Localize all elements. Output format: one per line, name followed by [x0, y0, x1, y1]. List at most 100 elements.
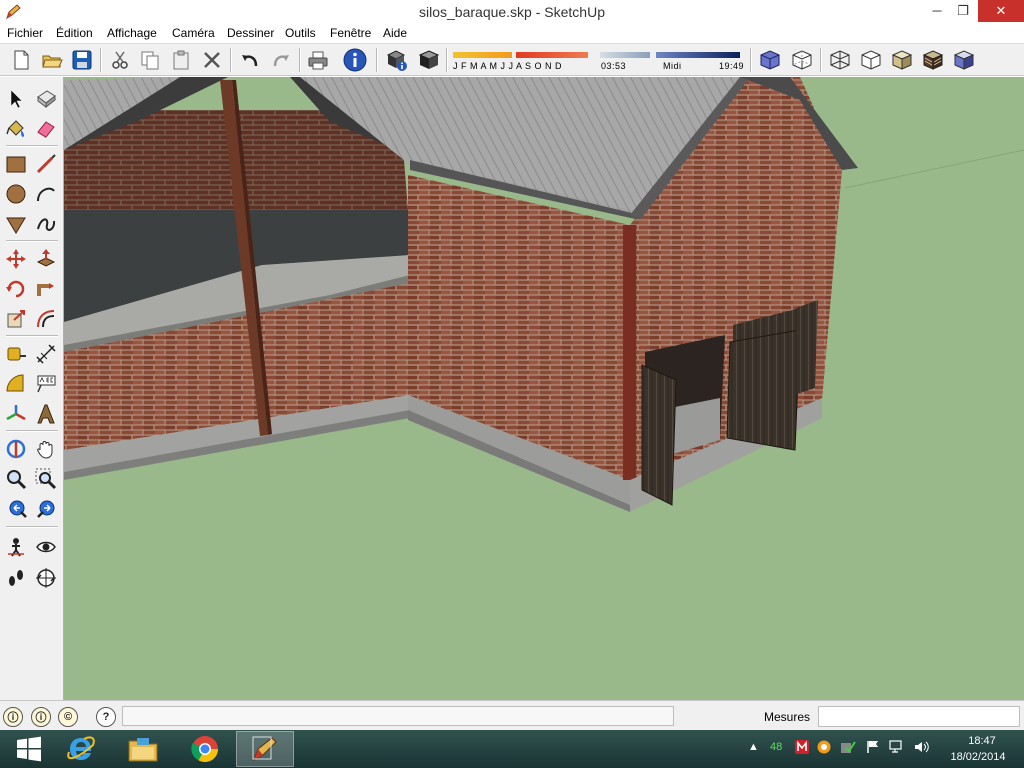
- print-icon[interactable]: [305, 47, 331, 73]
- next-view-icon[interactable]: [32, 495, 60, 523]
- follow-me-icon[interactable]: [32, 275, 60, 303]
- look-around-icon[interactable]: [32, 533, 60, 561]
- sketchup-icon[interactable]: [236, 731, 294, 767]
- save-icon[interactable]: [69, 47, 95, 73]
- shaded-textures-icon[interactable]: [920, 47, 946, 73]
- clock-time[interactable]: 18:47: [958, 735, 1006, 747]
- help-icon[interactable]: ?: [96, 707, 116, 727]
- shadow-time-start: 03:53: [601, 61, 627, 71]
- arc-icon[interactable]: [32, 180, 60, 208]
- restore-button[interactable]: ❐: [948, 0, 978, 22]
- copy-icon[interactable]: [137, 47, 163, 73]
- model-info-icon[interactable]: [342, 47, 368, 73]
- toolbar-separator: [750, 48, 752, 72]
- orbit-icon[interactable]: [2, 435, 30, 463]
- shadow-time-slider-2[interactable]: [656, 52, 740, 58]
- tape-measure-icon[interactable]: [2, 340, 30, 368]
- undo-icon[interactable]: [237, 47, 263, 73]
- measurements-label: Mesures: [764, 710, 811, 724]
- walk-icon[interactable]: [2, 564, 30, 592]
- toolbar-separator: [446, 48, 448, 72]
- palette-separator: [6, 145, 58, 147]
- scale-icon[interactable]: [2, 305, 30, 333]
- move-icon[interactable]: [2, 245, 30, 273]
- select-icon[interactable]: [2, 85, 30, 113]
- shadow-date-slider[interactable]: [453, 52, 512, 58]
- shadow-date-slider-2[interactable]: [516, 52, 588, 58]
- action-center-flag-icon[interactable]: [866, 740, 880, 757]
- menu-aide[interactable]: Aide: [383, 26, 407, 40]
- shaded-icon[interactable]: [889, 47, 915, 73]
- protractor-icon[interactable]: [2, 370, 30, 398]
- windows-start-icon[interactable]: [0, 731, 58, 767]
- toolbar-separator: [376, 48, 378, 72]
- material-icon[interactable]: [416, 47, 442, 73]
- open-icon[interactable]: [39, 47, 65, 73]
- paint-bucket-icon[interactable]: [2, 115, 30, 143]
- redo-icon[interactable]: [268, 47, 294, 73]
- antivirus-icon[interactable]: [795, 740, 809, 757]
- credits-icon[interactable]: ⓘ: [31, 707, 51, 727]
- position-camera-icon[interactable]: [2, 533, 30, 561]
- wireframe-icon[interactable]: [827, 47, 853, 73]
- avast-icon[interactable]: [817, 740, 831, 757]
- close-button[interactable]: ✕: [978, 0, 1024, 22]
- show-hidden-icons[interactable]: ▲: [748, 741, 759, 753]
- toolbar-separator: [230, 48, 232, 72]
- menu-affichage[interactable]: Affichage: [107, 26, 157, 40]
- toolbar-separator: [820, 48, 822, 72]
- menu-camera[interactable]: Caméra: [172, 26, 215, 40]
- make-component-icon[interactable]: [32, 85, 60, 113]
- dimension-icon[interactable]: [32, 340, 60, 368]
- monochrome-icon[interactable]: [951, 47, 977, 73]
- user-account-icon[interactable]: ©: [58, 707, 78, 727]
- rectangle-icon[interactable]: [2, 150, 30, 178]
- xray-icon[interactable]: [757, 47, 783, 73]
- axes-icon[interactable]: [2, 400, 30, 428]
- cut-icon[interactable]: [107, 47, 133, 73]
- menu-dessiner[interactable]: Dessiner: [227, 26, 274, 40]
- shadow-time-slider[interactable]: [600, 52, 650, 58]
- shadow-months-label: J F M A M J J A S O N D: [453, 61, 563, 71]
- section-plane-icon[interactable]: [32, 564, 60, 592]
- previous-view-icon[interactable]: [2, 495, 30, 523]
- zoom-window-icon[interactable]: [32, 465, 60, 493]
- new-icon[interactable]: [8, 47, 34, 73]
- menu-fenetre[interactable]: Fenêtre: [330, 26, 371, 40]
- windows-taskbar: ▲ 48: [0, 730, 1024, 768]
- paste-icon[interactable]: [168, 47, 194, 73]
- circle-icon[interactable]: [2, 180, 30, 208]
- hidden-line-icon[interactable]: [858, 47, 884, 73]
- clock-date[interactable]: 18/02/2014: [944, 751, 1012, 763]
- pan-icon[interactable]: [32, 435, 60, 463]
- push-pull-icon[interactable]: [32, 245, 60, 273]
- file-explorer-icon[interactable]: [114, 731, 172, 767]
- toolbar-separator: [100, 48, 102, 72]
- offset-icon[interactable]: [32, 305, 60, 333]
- 3d-text-icon[interactable]: [32, 400, 60, 428]
- menu-outils[interactable]: Outils: [285, 26, 316, 40]
- polygon-icon[interactable]: [2, 210, 30, 238]
- menu-edition[interactable]: Édition: [56, 26, 93, 40]
- sketchup-window: silos_baraque.skp - SketchUp ─ ❐ ✕ Fichi…: [0, 0, 1024, 768]
- rotate-icon[interactable]: [2, 275, 30, 303]
- model-viewport[interactable]: [64, 77, 1024, 700]
- geo-location-icon[interactable]: ⓘ: [3, 707, 23, 727]
- model-scene: [64, 77, 1024, 700]
- network-icon[interactable]: [889, 740, 905, 757]
- eraser-icon[interactable]: [32, 115, 60, 143]
- components-icon[interactable]: [384, 47, 410, 73]
- internet-explorer-icon[interactable]: [52, 731, 110, 767]
- zoom-icon[interactable]: [2, 465, 30, 493]
- erase-icon[interactable]: [199, 47, 225, 73]
- freehand-icon[interactable]: [32, 210, 60, 238]
- text-icon[interactable]: [32, 370, 60, 398]
- tray-count[interactable]: 48: [770, 741, 782, 753]
- chrome-icon[interactable]: [176, 731, 234, 767]
- menu-fichier[interactable]: Fichier: [7, 26, 43, 40]
- security-check-icon[interactable]: [840, 740, 856, 757]
- back-edges-icon[interactable]: [789, 47, 815, 73]
- line-icon[interactable]: [32, 150, 60, 178]
- measurements-input[interactable]: [818, 706, 1020, 727]
- volume-icon[interactable]: [914, 740, 930, 757]
